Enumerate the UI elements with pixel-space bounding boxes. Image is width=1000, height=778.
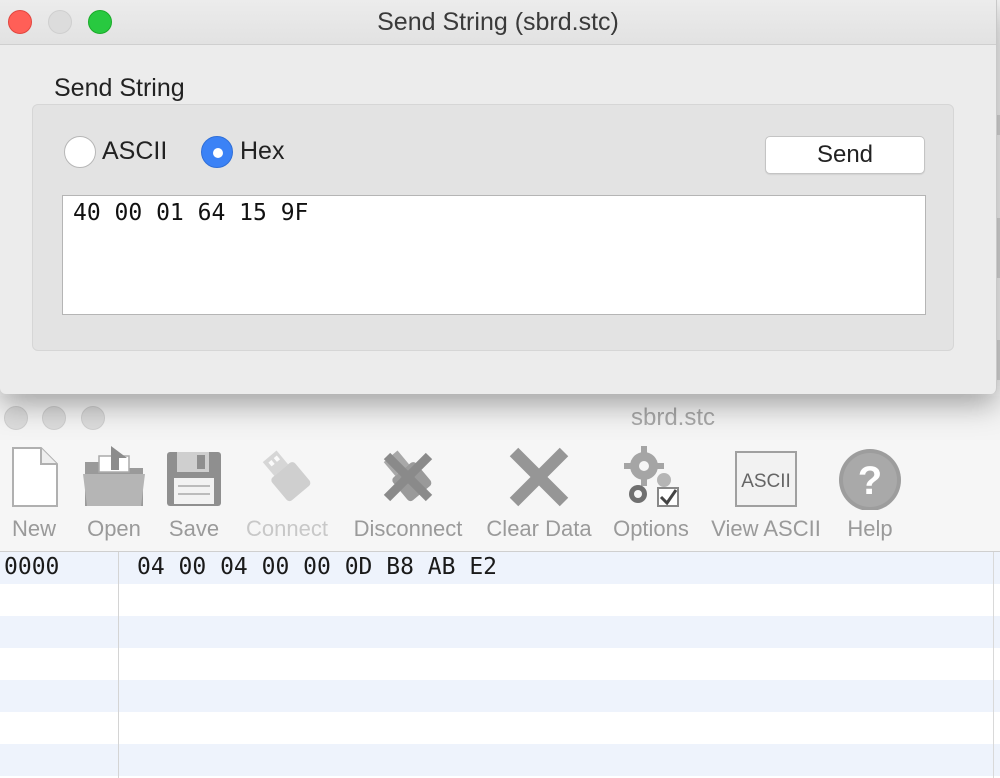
hex-radio[interactable]	[201, 136, 233, 168]
toolbar-new-button[interactable]: New	[0, 440, 68, 551]
send-string-group-label: Send String	[54, 74, 185, 102]
toolbar-help-label: Help	[847, 516, 893, 541]
toolbar-clear-data-button[interactable]: Clear Data	[482, 440, 596, 551]
toolbar-help-button[interactable]: ? Help	[836, 440, 904, 551]
table-row	[0, 744, 1000, 776]
toolbar-view-ascii-label: View ASCII	[711, 516, 821, 541]
toolbar-view-ascii-button[interactable]: ASCII View ASCII	[706, 440, 826, 551]
toolbar-connect-button[interactable]: Connect	[242, 440, 332, 551]
toolbar-new-label: New	[11, 516, 56, 541]
table-row	[0, 680, 1000, 712]
ascii-radio[interactable]	[64, 136, 96, 168]
gears-icon	[624, 446, 679, 507]
table-row	[0, 616, 1000, 648]
open-folder-icon	[83, 446, 145, 506]
table-row	[0, 584, 1000, 616]
send-button[interactable]: Send	[765, 136, 925, 174]
dialog-title: Send String (sbrd.stc)	[377, 8, 619, 36]
row-address: 0000	[4, 554, 60, 580]
hex-data-view[interactable]: 0000 04 00 04 00 00 0D B8 AB E2	[0, 552, 1000, 778]
hex-radio-label[interactable]: Hex	[240, 137, 284, 166]
ascii-icon-text: ASCII	[741, 471, 791, 492]
toolbar-options-button[interactable]: Options	[608, 440, 694, 551]
table-row	[0, 712, 1000, 744]
toolbar: New Open Save Connect Disconnect Clear D…	[0, 440, 1000, 552]
help-icon: ?	[839, 449, 901, 510]
table-row[interactable]: 0000 04 00 04 00 00 0D B8 AB E2	[0, 552, 1000, 584]
main-window-title: sbrd.stc	[630, 404, 716, 431]
toolbar-save-button[interactable]: Save	[160, 440, 228, 551]
toolbar-clear-data-label: Clear Data	[486, 516, 592, 541]
toolbar-options-label: Options	[613, 516, 689, 541]
usb-disconnect-icon	[383, 450, 433, 502]
toolbar-save-label: Save	[168, 516, 220, 541]
row-bytes: 04 00 04 00 00 0D B8 AB E2	[137, 554, 498, 580]
send-string-dialog: Send String (sbrd.stc) Send String ASCII…	[0, 0, 997, 394]
usb-plug-icon	[262, 450, 311, 502]
table-row	[0, 648, 1000, 680]
ascii-icon: ASCII	[735, 451, 797, 507]
column-divider	[993, 552, 994, 778]
toolbar-open-label: Open	[87, 516, 141, 541]
toolbar-open-button[interactable]: Open	[80, 440, 148, 551]
ascii-radio-label[interactable]: ASCII	[102, 137, 167, 166]
column-divider	[118, 552, 119, 778]
toolbar-disconnect-label: Disconnect	[353, 516, 463, 541]
x-cross-icon	[509, 447, 569, 507]
floppy-disk-icon	[167, 452, 221, 506]
help-icon-text: ?	[858, 459, 882, 503]
toolbar-disconnect-button[interactable]: Disconnect	[346, 440, 470, 551]
new-document-icon	[12, 447, 58, 507]
send-string-input[interactable]: 40 00 01 64 15 9F	[62, 195, 926, 315]
toolbar-connect-label: Connect	[246, 516, 328, 541]
